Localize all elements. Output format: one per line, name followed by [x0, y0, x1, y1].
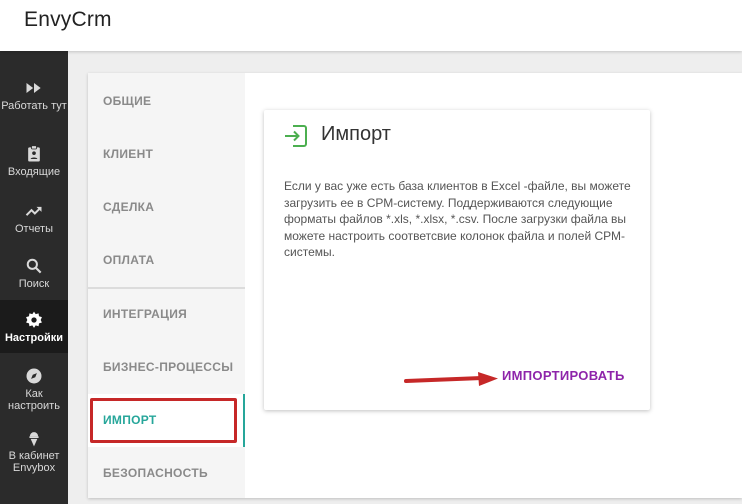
- app-title: EnvyCrm: [24, 8, 112, 31]
- active-indicator: [243, 394, 245, 447]
- sidebar-item-work-here[interactable]: Работать тут: [0, 78, 68, 112]
- main-sidebar: Работать тут Входящие Отчеты Поиск Настр…: [0, 51, 68, 504]
- compass-icon: [24, 366, 44, 386]
- card-description: Если у вас уже есть база клиентов в Exce…: [284, 179, 631, 259]
- trending-up-icon: [24, 201, 44, 221]
- import-icon: [282, 122, 310, 150]
- settings-menu-payment[interactable]: ОПЛАТА: [88, 234, 245, 287]
- sidebar-item-envybox-cabinet[interactable]: В кабинет Envybox: [0, 428, 68, 474]
- clipboard-icon: [24, 144, 44, 164]
- import-button[interactable]: ИМПОРТИРОВАТЬ: [502, 368, 625, 383]
- sidebar-item-label: Входящие: [7, 166, 61, 178]
- import-card: Импорт Если у вас уже есть база клиентов…: [264, 110, 650, 410]
- search-icon: [24, 256, 44, 276]
- sidebar-item-label: Как настроить: [8, 388, 60, 412]
- settings-menu-general[interactable]: ОБЩИЕ: [88, 75, 245, 128]
- sidebar-item-settings[interactable]: Настройки: [0, 300, 68, 353]
- card-title: Импорт: [321, 123, 391, 145]
- settings-menu-deal[interactable]: СДЕЛКА: [88, 181, 245, 234]
- sidebar-item-label: Отчеты: [14, 223, 54, 235]
- fast-forward-icon: [24, 78, 44, 98]
- settings-menu-integration[interactable]: ИНТЕГРАЦИЯ: [88, 288, 245, 341]
- app-header: EnvyCrm: [0, 0, 742, 51]
- gear-icon: [24, 310, 44, 330]
- sidebar-item-label: В кабинет Envybox: [8, 450, 60, 474]
- annotation-arrow: [404, 372, 498, 386]
- settings-menu-security[interactable]: БЕЗОПАСНОСТЬ: [88, 447, 245, 500]
- sidebar-item-search[interactable]: Поиск: [0, 256, 68, 290]
- settings-menu-client[interactable]: КЛИЕНТ: [88, 128, 245, 181]
- sidebar-item-label: Работать тут: [1, 100, 67, 112]
- ice-cream-icon: [24, 428, 44, 448]
- sidebar-item-label: Настройки: [4, 332, 64, 344]
- settings-menu-business-processes[interactable]: БИЗНЕС-ПРОЦЕССЫ: [88, 341, 245, 394]
- annotation-highlight-box: [90, 398, 237, 443]
- sidebar-item-how-to-setup[interactable]: Как настроить: [0, 366, 68, 412]
- sidebar-item-reports[interactable]: Отчеты: [0, 201, 68, 235]
- sidebar-item-label: Поиск: [18, 278, 50, 290]
- sidebar-item-inbox[interactable]: Входящие: [0, 144, 68, 178]
